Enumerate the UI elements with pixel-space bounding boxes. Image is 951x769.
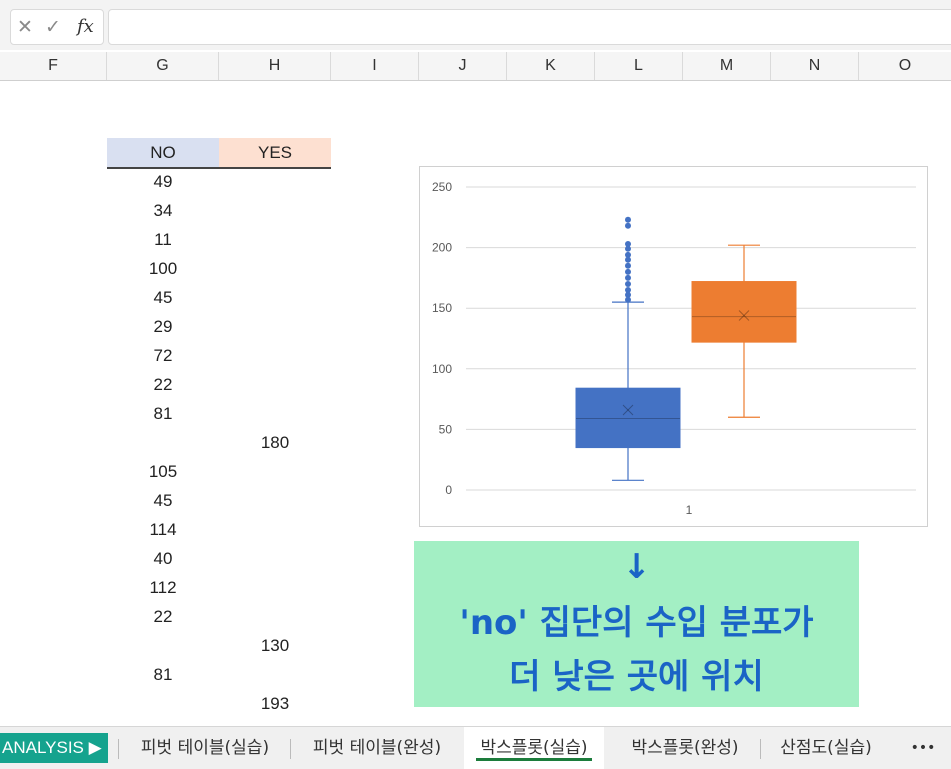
box-iqr <box>691 281 797 343</box>
outlier-point <box>625 251 631 258</box>
active-tab-underline <box>476 758 592 761</box>
column-header-f[interactable]: F <box>0 52 107 80</box>
y-tick-label: 100 <box>432 362 452 376</box>
cell-yes[interactable] <box>219 225 331 254</box>
cell-no[interactable]: 49 <box>107 167 219 196</box>
cell-yes[interactable] <box>219 167 331 196</box>
outlier-point <box>625 268 631 275</box>
cell-yes[interactable]: 193 <box>219 689 331 718</box>
sheet-tab-bar: ANALYSIS ▶ 피벗 테이블(실습) 피벗 테이블(완성) 박스플롯(실습… <box>0 726 951 769</box>
cell-no[interactable] <box>107 631 219 660</box>
outlier-point <box>625 262 631 269</box>
cell-no[interactable]: 81 <box>107 399 219 428</box>
tab-analysis[interactable]: ANALYSIS ▶ <box>0 733 108 763</box>
check-icon[interactable]: ✓ <box>45 16 61 39</box>
column-header-k[interactable]: K <box>507 52 595 80</box>
cell-yes[interactable] <box>219 254 331 283</box>
cell-no[interactable]: 112 <box>107 573 219 602</box>
column-header-g[interactable]: G <box>107 52 219 80</box>
cell-no[interactable] <box>107 689 219 718</box>
boxplot-chart[interactable]: 0 50 100 150 200 250 1 <box>419 166 928 527</box>
cell-no[interactable]: 81 <box>107 660 219 689</box>
more-tabs-icon[interactable]: ••• <box>900 727 946 769</box>
cell-no[interactable]: 22 <box>107 370 219 399</box>
tab-separator <box>118 739 119 759</box>
cell-yes[interactable] <box>219 341 331 370</box>
cell-yes[interactable] <box>219 399 331 428</box>
column-header-j[interactable]: J <box>419 52 507 80</box>
cell-yes[interactable]: 130 <box>219 631 331 660</box>
tab-separator <box>290 739 291 759</box>
tab-pivot-complete[interactable]: 피벗 테이블(완성) <box>296 727 458 769</box>
column-header-n[interactable]: N <box>771 52 859 80</box>
column-header-h[interactable]: H <box>219 52 331 80</box>
tab-scatter-practice[interactable]: 산점도(실습) <box>764 727 888 769</box>
cell-no[interactable]: 34 <box>107 196 219 225</box>
x-tick-label: 1 <box>686 503 693 517</box>
cell-yes[interactable] <box>219 486 331 515</box>
cell-yes[interactable]: 180 <box>219 428 331 457</box>
cell-no[interactable]: 45 <box>107 283 219 312</box>
y-tick-label: 150 <box>432 301 452 315</box>
cell-no[interactable]: 40 <box>107 544 219 573</box>
callout-line-2: 더 낮은 곳에 위치 <box>509 657 764 697</box>
x-icon[interactable]: ✕ <box>17 16 33 39</box>
column-header-i[interactable]: I <box>331 52 419 80</box>
cell-yes[interactable] <box>219 283 331 312</box>
fx-icon[interactable]: fx <box>77 16 94 37</box>
arrow-down-icon: ↓ <box>622 547 651 587</box>
cell-yes[interactable] <box>219 544 331 573</box>
cell-no[interactable]: 114 <box>107 515 219 544</box>
formula-controls: ✕ ✓ fx <box>10 9 104 45</box>
column-headers: F G H I J K L M N O <box>0 52 951 81</box>
cell-no[interactable]: 72 <box>107 341 219 370</box>
tab-boxplot-complete[interactable]: 박스플롯(완성) <box>612 727 758 769</box>
cell-yes[interactable] <box>219 370 331 399</box>
outlier-point <box>625 287 631 294</box>
chart-canvas: 0 50 100 150 200 250 1 <box>432 180 916 517</box>
y-tick-label: 50 <box>439 422 453 436</box>
header-no[interactable]: NO <box>107 138 219 169</box>
callout-line-1: 'no' 집단의 수입 분포가 <box>459 603 814 643</box>
cell-no[interactable]: 22 <box>107 602 219 631</box>
box-iqr <box>575 387 681 449</box>
tab-separator <box>760 739 761 759</box>
cell-no[interactable]: 100 <box>107 254 219 283</box>
outlier-point <box>625 274 631 281</box>
tab-boxplot-practice[interactable]: 박스플롯(실습) <box>464 727 604 769</box>
y-tick-label: 250 <box>432 180 452 194</box>
cell-no[interactable]: 45 <box>107 486 219 515</box>
formula-input[interactable] <box>108 9 951 45</box>
outlier-point <box>625 240 631 247</box>
cell-no[interactable] <box>107 428 219 457</box>
outlier-point <box>625 222 631 229</box>
column-header-o[interactable]: O <box>859 52 951 80</box>
y-tick-label: 200 <box>432 241 452 255</box>
cell-yes[interactable] <box>219 573 331 602</box>
cell-yes[interactable] <box>219 602 331 631</box>
column-header-m[interactable]: M <box>683 52 771 80</box>
cell-no[interactable]: 105 <box>107 457 219 486</box>
cell-yes[interactable] <box>219 457 331 486</box>
y-tick-label: 0 <box>445 483 452 497</box>
tab-pivot-practice[interactable]: 피벗 테이블(실습) <box>124 727 286 769</box>
outlier-point <box>625 280 631 287</box>
cell-no[interactable]: 11 <box>107 225 219 254</box>
formula-bar: ✕ ✓ fx <box>0 0 951 50</box>
outlier-point <box>625 216 631 223</box>
annotation-callout[interactable]: ↓ 'no' 집단의 수입 분포가 더 낮은 곳에 위치 <box>414 541 859 707</box>
cell-yes[interactable] <box>219 196 331 225</box>
cell-no[interactable]: 29 <box>107 312 219 341</box>
header-yes[interactable]: YES <box>219 138 331 169</box>
cell-yes[interactable] <box>219 515 331 544</box>
column-header-l[interactable]: L <box>595 52 683 80</box>
cell-yes[interactable] <box>219 660 331 689</box>
cell-yes[interactable] <box>219 312 331 341</box>
